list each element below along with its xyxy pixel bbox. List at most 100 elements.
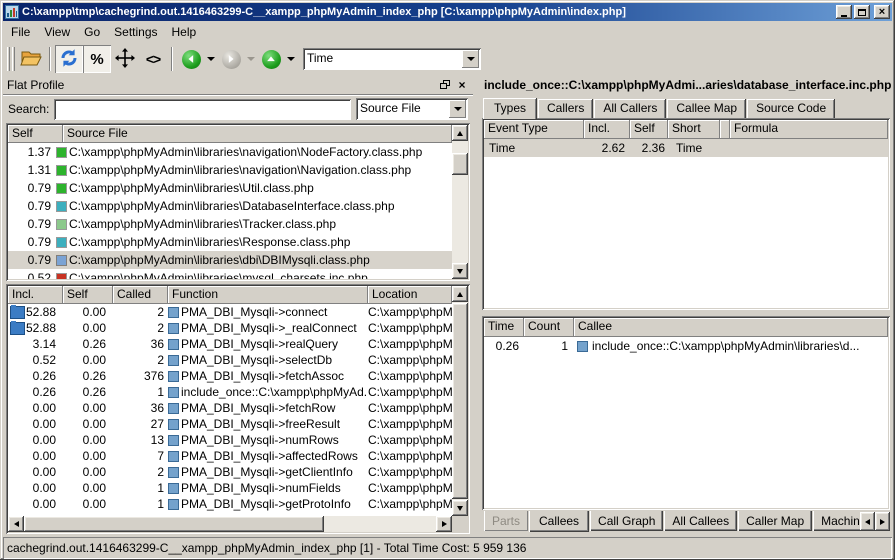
float-panel-button[interactable]: [438, 78, 452, 92]
column-header-incl[interactable]: Incl.: [584, 120, 630, 139]
column-header-self[interactable]: Self: [63, 286, 113, 304]
group-by-select[interactable]: Source File: [356, 98, 468, 120]
function-row[interactable]: 0.00 0.00 2 PMA_DBI_Mysqli->getClientInf…: [8, 464, 452, 480]
self-cost-cell: 0.00: [63, 401, 113, 415]
column-header-function[interactable]: Function: [168, 286, 368, 304]
scrollbar-thumb[interactable]: [452, 153, 468, 175]
bottom-tab[interactable]: Machine Code: [813, 511, 860, 531]
relative-cost-button[interactable]: <>: [139, 45, 167, 73]
tab-scroll-right-button[interactable]: [875, 512, 890, 531]
scroll-down-button[interactable]: [452, 500, 468, 516]
toolbar-separator: [49, 47, 51, 71]
bottom-tab[interactable]: Call Graph: [590, 511, 663, 531]
function-row[interactable]: 0.00 0.00 13 PMA_DBI_Mysqli->numRows C:\…: [8, 432, 452, 448]
self-cost-cell: 0.00: [63, 433, 113, 447]
short-cell: Time: [668, 141, 720, 155]
scrollbar-corner: [452, 516, 468, 532]
location-cell: C:\xampp\phpMy...: [368, 305, 452, 319]
source-file-row[interactable]: 0.79 C:\xampp\phpMyAdmin\libraries\Track…: [8, 215, 452, 233]
cycle-detection-button[interactable]: [55, 45, 83, 73]
scroll-up-button[interactable]: [452, 125, 468, 141]
source-file-row[interactable]: 0.79 C:\xampp\phpMyAdmin\libraries\Util.…: [8, 179, 452, 197]
column-header-event-type[interactable]: Event Type: [484, 120, 584, 139]
source-file-row[interactable]: 0.79 C:\xampp\phpMyAdmin\libraries\dbi\D…: [8, 251, 452, 269]
menu-item[interactable]: Settings: [107, 23, 164, 41]
toolbar-grip[interactable]: [12, 47, 15, 71]
toolbar-grip[interactable]: [7, 47, 10, 71]
back-button[interactable]: [177, 45, 205, 73]
column-header-callee[interactable]: Callee: [574, 318, 888, 337]
source-file-row[interactable]: 1.31 C:\xampp\phpMyAdmin\libraries\navig…: [8, 161, 452, 179]
vertical-scrollbar[interactable]: [452, 125, 468, 279]
menu-item[interactable]: View: [37, 23, 77, 41]
expand-button[interactable]: [111, 45, 139, 73]
menu-item[interactable]: Help: [165, 23, 204, 41]
function-row[interactable]: 3.14 0.26 36 PMA_DBI_Mysqli->realQuery C…: [8, 336, 452, 352]
function-row[interactable]: 0.00 0.00 7 PMA_DBI_Mysqli->affectedRows…: [8, 448, 452, 464]
up-dropdown-button[interactable]: [285, 45, 297, 73]
back-icon: [182, 50, 201, 69]
up-button[interactable]: [257, 45, 285, 73]
maximize-button[interactable]: [854, 5, 870, 19]
close-panel-button[interactable]: ×: [455, 78, 469, 92]
close-button[interactable]: ×: [874, 5, 890, 19]
types-row[interactable]: Time 2.62 2.36 Time: [484, 139, 888, 157]
horizontal-scrollbar[interactable]: [8, 516, 452, 532]
column-header-source-file[interactable]: Source File: [63, 125, 452, 143]
back-dropdown-button[interactable]: [205, 45, 217, 73]
column-header-time[interactable]: Time: [484, 318, 524, 337]
column-header-formula[interactable]: Formula: [730, 120, 888, 139]
function-row[interactable]: 0.26 0.26 1 include_once::C:\xampp\phpMy…: [8, 384, 452, 400]
function-row[interactable]: 0.26 0.26 376 PMA_DBI_Mysqli->fetchAssoc…: [8, 368, 452, 384]
detail-panel: include_once::C:\xampp\phpMyAdmi...aries…: [480, 76, 892, 535]
vertical-scrollbar[interactable]: [452, 286, 468, 516]
column-header-self[interactable]: Self: [630, 120, 668, 139]
minimize-button[interactable]: [836, 5, 852, 19]
bottom-tab[interactable]: Caller Map: [738, 511, 812, 531]
open-file-button[interactable]: [17, 45, 45, 73]
column-header-location[interactable]: Location: [368, 286, 452, 304]
search-input[interactable]: [54, 99, 351, 120]
scroll-up-button[interactable]: [452, 286, 468, 302]
bottom-tab[interactable]: Callees: [529, 511, 589, 532]
column-header-short[interactable]: Short: [668, 120, 720, 139]
scrollbar-thumb[interactable]: [24, 516, 324, 532]
chevron-down-icon[interactable]: [462, 50, 479, 68]
tab-scroll-left-button[interactable]: [860, 512, 875, 531]
column-header-called[interactable]: Called: [113, 286, 168, 304]
function-row[interactable]: 0.00 0.00 1 PMA_DBI_Mysqli->numFields C:…: [8, 480, 452, 496]
menu-item[interactable]: File: [4, 23, 37, 41]
source-file-row[interactable]: 0.79 C:\xampp\phpMyAdmin\libraries\Respo…: [8, 233, 452, 251]
function-name-cell: PMA_DBI_Mysqli->affectedRows: [168, 449, 368, 463]
source-file-row[interactable]: 0.52 C:\xampp\phpMyAdmin\libraries\mysql…: [8, 269, 452, 279]
callee-row[interactable]: 0.26 1 include_once::C:\xampp\phpMyAdmin…: [484, 337, 888, 355]
column-header-incl[interactable]: Incl.: [8, 286, 63, 304]
function-row[interactable]: 0.52 0.00 2 PMA_DBI_Mysqli->selectDb C:\…: [8, 352, 452, 368]
callees-table-header: Time Count Callee: [484, 318, 888, 337]
scroll-left-button[interactable]: [8, 516, 24, 532]
detail-tab[interactable]: Types: [483, 98, 537, 119]
detail-tab[interactable]: All Callers: [594, 99, 666, 118]
function-row[interactable]: 52.88 0.00 2 PMA_DBI_Mysqli->connect C:\…: [8, 304, 452, 320]
column-header-count[interactable]: Count: [524, 318, 574, 337]
source-file-row[interactable]: 0.79 C:\xampp\phpMyAdmin\libraries\Datab…: [8, 197, 452, 215]
detail-tab[interactable]: Source Code: [747, 99, 835, 118]
bottom-tab[interactable]: All Callees: [664, 511, 737, 531]
menu-item[interactable]: Go: [77, 23, 107, 41]
function-row[interactable]: 52.88 0.00 2 PMA_DBI_Mysqli->_realConnec…: [8, 320, 452, 336]
scroll-down-button[interactable]: [452, 263, 468, 279]
chevron-down-icon[interactable]: [449, 100, 466, 118]
detail-tab[interactable]: Callers: [538, 99, 593, 118]
event-type-select[interactable]: Time: [303, 48, 481, 70]
source-file-row[interactable]: 1.37 C:\xampp\phpMyAdmin\libraries\navig…: [8, 143, 452, 161]
column-header-self[interactable]: Self: [8, 125, 63, 143]
function-name-cell: PMA_DBI_Mysqli->freeResult: [168, 417, 368, 431]
function-row[interactable]: 0.00 0.00 27 PMA_DBI_Mysqli->freeResult …: [8, 416, 452, 432]
scroll-right-button[interactable]: [436, 516, 452, 532]
percentage-button[interactable]: %: [83, 45, 111, 73]
panel-splitter[interactable]: [473, 76, 480, 535]
function-row[interactable]: 0.00 0.00 36 PMA_DBI_Mysqli->fetchRow C:…: [8, 400, 452, 416]
function-row[interactable]: 0.00 0.00 1 PMA_DBI_Mysqli->getProtoInfo…: [8, 496, 452, 512]
scrollbar-thumb[interactable]: [452, 303, 468, 499]
detail-tab[interactable]: Callee Map: [667, 99, 746, 118]
